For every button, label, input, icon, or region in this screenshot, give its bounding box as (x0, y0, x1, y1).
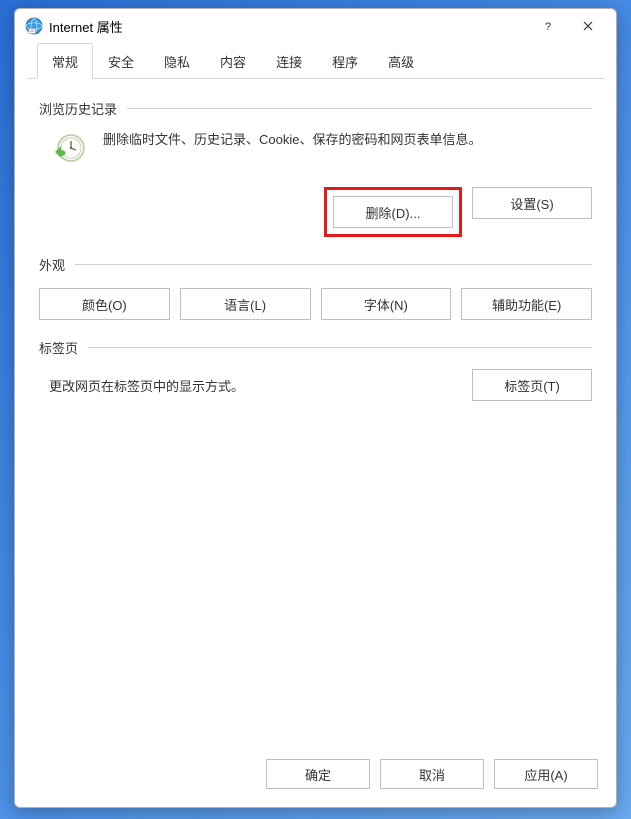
tab-privacy[interactable]: 隐私 (149, 43, 205, 79)
tabs-description: 更改网页在标签页中的显示方式。 (49, 376, 452, 395)
tab-programs[interactable]: 程序 (317, 43, 373, 79)
help-button[interactable]: ? (528, 12, 568, 40)
tab-connections[interactable]: 连接 (261, 43, 317, 79)
tabs-group: 标签页 更改网页在标签页中的显示方式。 标签页(T) (39, 338, 592, 401)
divider (127, 108, 592, 109)
tabs-settings-button[interactable]: 标签页(T) (472, 369, 592, 401)
svg-text:?: ? (545, 21, 551, 32)
colors-button[interactable]: 颜色(O) (39, 288, 170, 320)
tab-general[interactable]: 常规 (37, 43, 93, 79)
internet-properties-dialog: Internet 属性 ? 常规 安全 隐私 内容 连接 程序 高级 浏览历史记… (14, 8, 617, 808)
history-settings-button[interactable]: 设置(S) (472, 187, 592, 219)
titlebar: Internet 属性 ? (15, 9, 616, 43)
history-description: 删除临时文件、历史记录、Cookie、保存的密码和网页表单信息。 (103, 130, 481, 151)
browsing-history-group: 浏览历史记录 删除临时文件、历史记录、Cookie、保存的密码和网页表单信息。 (39, 99, 592, 237)
delete-history-button[interactable]: 删除(D)... (333, 196, 453, 228)
close-button[interactable] (568, 12, 608, 40)
internet-options-icon (25, 17, 43, 35)
history-clock-icon (49, 130, 89, 173)
tab-strip: 常规 安全 隐私 内容 连接 程序 高级 (27, 43, 604, 79)
cancel-button[interactable]: 取消 (380, 759, 484, 789)
tab-security[interactable]: 安全 (93, 43, 149, 79)
tab-advanced[interactable]: 高级 (373, 43, 429, 79)
group-title-history: 浏览历史记录 (39, 99, 117, 118)
ok-button[interactable]: 确定 (266, 759, 370, 789)
highlight-annotation: 删除(D)... (324, 187, 462, 237)
apply-button[interactable]: 应用(A) (494, 759, 598, 789)
group-title-tabs: 标签页 (39, 338, 78, 357)
tab-content[interactable]: 内容 (205, 43, 261, 79)
divider (75, 264, 592, 265)
accessibility-button[interactable]: 辅助功能(E) (461, 288, 592, 320)
window-title: Internet 属性 (49, 17, 528, 36)
appearance-group: 外观 颜色(O) 语言(L) 字体(N) 辅助功能(E) (39, 255, 592, 320)
divider (88, 347, 592, 348)
fonts-button[interactable]: 字体(N) (321, 288, 452, 320)
languages-button[interactable]: 语言(L) (180, 288, 311, 320)
tab-panel-general: 浏览历史记录 删除临时文件、历史记录、Cookie、保存的密码和网页表单信息。 (15, 79, 616, 745)
dialog-footer: 确定 取消 应用(A) (15, 745, 616, 807)
group-title-appearance: 外观 (39, 255, 65, 274)
